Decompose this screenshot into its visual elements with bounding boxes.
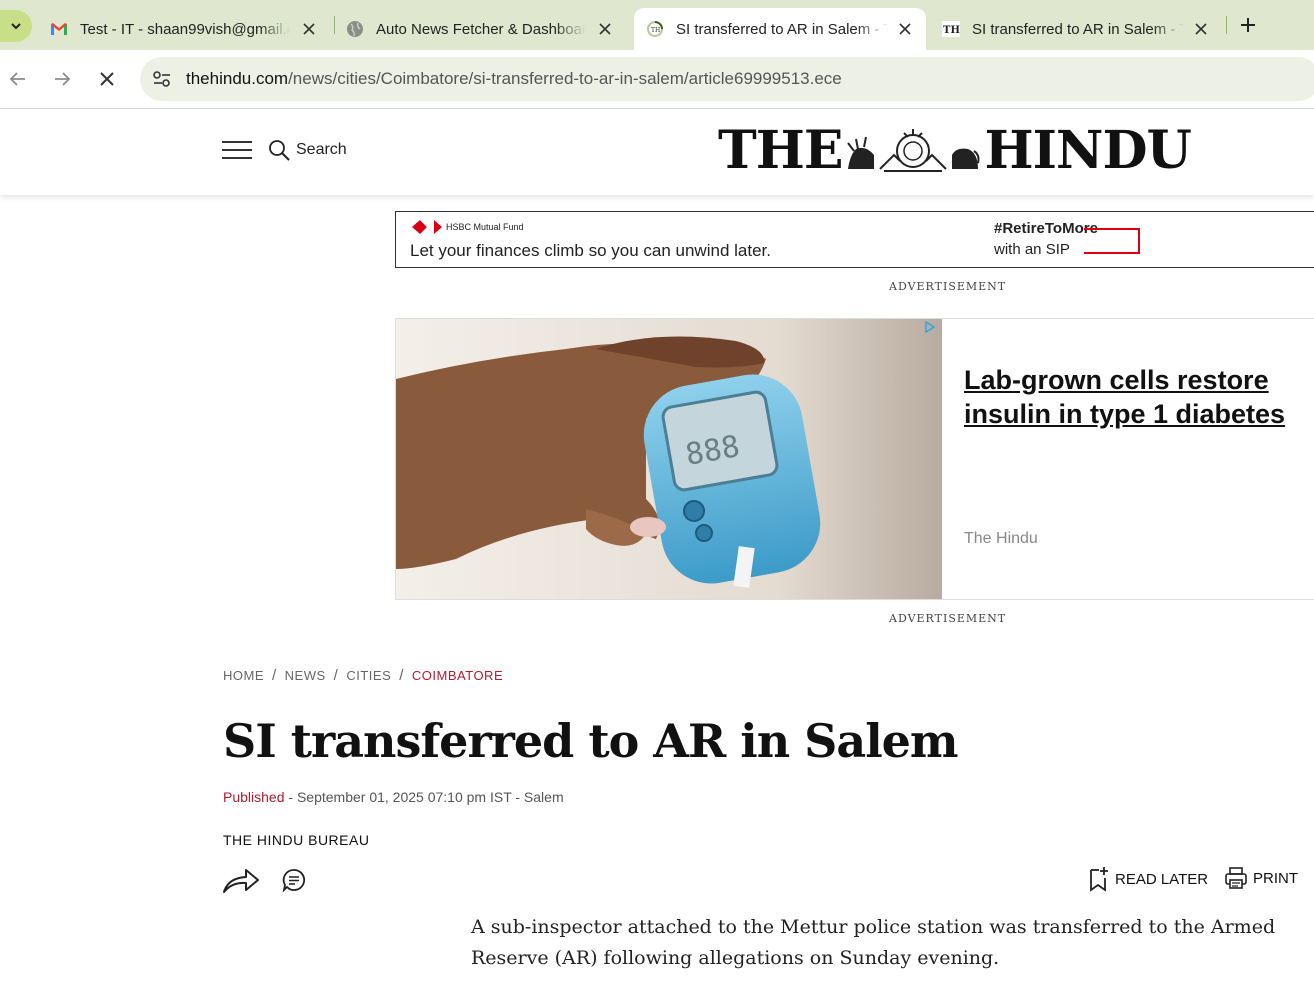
- breadcrumb-home[interactable]: HOME: [223, 668, 264, 683]
- globe-icon: [346, 20, 364, 38]
- address-bar[interactable]: thehindu.com/news/cities/Coimbatore/si-t…: [140, 57, 1314, 101]
- logo-text-right: HINDU: [984, 119, 1191, 181]
- article-title: SI transferred to AR in Salem: [223, 714, 959, 768]
- hsbc-banner-ad[interactable]: HSBC Mutual Fund Let your finances climb…: [395, 211, 1314, 268]
- printer-icon: [1225, 867, 1247, 889]
- native-ad-source: The Hindu: [964, 530, 1038, 547]
- share-icon[interactable]: [222, 866, 260, 894]
- publish-meta: Published - September 01, 2025 07:10 pm …: [223, 789, 564, 805]
- breadcrumb-separator: /: [272, 667, 277, 684]
- breadcrumb-separator: /: [333, 667, 339, 684]
- the-hindu-logo[interactable]: THE HINDU: [718, 120, 1192, 181]
- glucose-meter-image: 888: [396, 319, 942, 599]
- url-text: thehindu.com/news/cities/Coimbatore/si-t…: [186, 69, 842, 89]
- search-button[interactable]: Search: [268, 139, 347, 161]
- plus-icon: [1241, 18, 1255, 32]
- close-icon: [100, 72, 114, 86]
- hamburger-icon: [222, 141, 252, 143]
- read-later-button[interactable]: READ LATER: [1088, 866, 1208, 892]
- url-path: /news/cities/Coimbatore/si-transferred-t…: [288, 69, 842, 88]
- svg-text:TH: TH: [943, 25, 960, 36]
- tab-hindu-active[interactable]: TH SI transferred to AR in Salem - The H…: [634, 8, 926, 50]
- stop-button[interactable]: [93, 65, 121, 93]
- arrow-left-icon: [9, 72, 25, 86]
- tab-strip: Test - IT - shaan99vish@gmail.com Auto N…: [0, 0, 1314, 50]
- site-header: Search THE HINDU: [0, 109, 1314, 195]
- adchoices-icon[interactable]: [924, 321, 936, 333]
- byline[interactable]: THE HINDU BUREAU: [223, 832, 369, 848]
- hamburger-line: [222, 149, 252, 151]
- ad-label: ADVERTISEMENT: [889, 280, 1007, 293]
- chevron-down-icon: [11, 23, 21, 30]
- logo-text-left: THE: [718, 119, 843, 181]
- comment-icon[interactable]: [282, 868, 306, 892]
- svg-text:TH: TH: [651, 27, 660, 34]
- ad-hashtag: #RetireToMore: [994, 220, 1098, 237]
- ad-tagline: Let your finances climb so you can unwin…: [410, 241, 771, 260]
- bookmark-add-icon: [1090, 867, 1108, 892]
- hsbc-brand: HSBC Mutual Fund: [412, 220, 524, 234]
- hsbc-logo-icon: [412, 220, 442, 234]
- tab-search-button[interactable]: [0, 10, 32, 42]
- native-ad[interactable]: 888 Lab-grown cells restore insulin in t…: [395, 318, 1314, 600]
- hamburger-line: [222, 157, 252, 159]
- breadcrumb-separator: /: [399, 667, 404, 684]
- back-button[interactable]: [4, 65, 32, 93]
- tab-separator: [334, 16, 335, 34]
- read-later-label: READ LATER: [1115, 870, 1209, 888]
- tab-separator: [1226, 16, 1227, 34]
- th-icon: TH: [942, 20, 960, 38]
- print-button[interactable]: PRINT: [1224, 866, 1298, 890]
- breadcrumb: HOME / NEWS / CITIES / COIMBATORE: [223, 667, 503, 684]
- gmail-icon: [50, 20, 68, 38]
- forward-button[interactable]: [48, 65, 76, 93]
- tab-title: SI transferred to AR in Salem - The Hind…: [676, 20, 888, 38]
- breadcrumb-news[interactable]: NEWS: [285, 668, 326, 683]
- tab-news-fetcher[interactable]: Auto News Fetcher & Dashboard: [336, 8, 628, 50]
- browser-toolbar: thehindu.com/news/cities/Coimbatore/si-t…: [0, 50, 1314, 109]
- site-settings-icon[interactable]: [150, 67, 174, 91]
- published-label: Published: [223, 789, 285, 805]
- tab-hindu[interactable]: TH SI transferred to AR in Salem - The H…: [932, 8, 1224, 50]
- loading-icon: TH: [646, 20, 664, 38]
- hsbc-brand-text: HSBC Mutual Fund: [446, 222, 524, 232]
- breadcrumb-coimbatore[interactable]: COIMBATORE: [412, 668, 503, 683]
- close-icon[interactable]: [1192, 20, 1210, 38]
- native-ad-headline[interactable]: Lab-grown cells restore insulin in type …: [964, 363, 1314, 431]
- close-icon[interactable]: [300, 20, 318, 38]
- search-label: Search: [296, 141, 347, 158]
- tab-title: Test - IT - shaan99vish@gmail.com: [80, 20, 290, 38]
- tab-gmail[interactable]: Test - IT - shaan99vish@gmail.com: [40, 8, 332, 50]
- close-icon[interactable]: [596, 20, 614, 38]
- breadcrumb-cities[interactable]: CITIES: [346, 668, 391, 683]
- ad-sip-text: with an SIP: [994, 241, 1070, 258]
- new-tab-button[interactable]: [1236, 13, 1260, 37]
- tab-title: Auto News Fetcher & Dashboard: [376, 20, 586, 38]
- published-date: - September 01, 2025 07:10 pm IST - Sale…: [284, 789, 564, 805]
- tab-title: SI transferred to AR in Salem - The Hind…: [972, 20, 1184, 38]
- menu-button[interactable]: [222, 141, 252, 161]
- close-icon[interactable]: [896, 20, 914, 38]
- article-body-paragraph: A sub-inspector attached to the Mettur p…: [471, 916, 1276, 969]
- url-domain: thehindu.com: [186, 69, 289, 88]
- ad-bracket-decoration: [1084, 228, 1140, 254]
- ad-label: ADVERTISEMENT: [889, 612, 1007, 625]
- print-label: PRINT: [1253, 869, 1298, 887]
- arrow-right-icon: [55, 72, 71, 86]
- search-icon: [269, 140, 290, 161]
- crest-icon: [847, 129, 980, 172]
